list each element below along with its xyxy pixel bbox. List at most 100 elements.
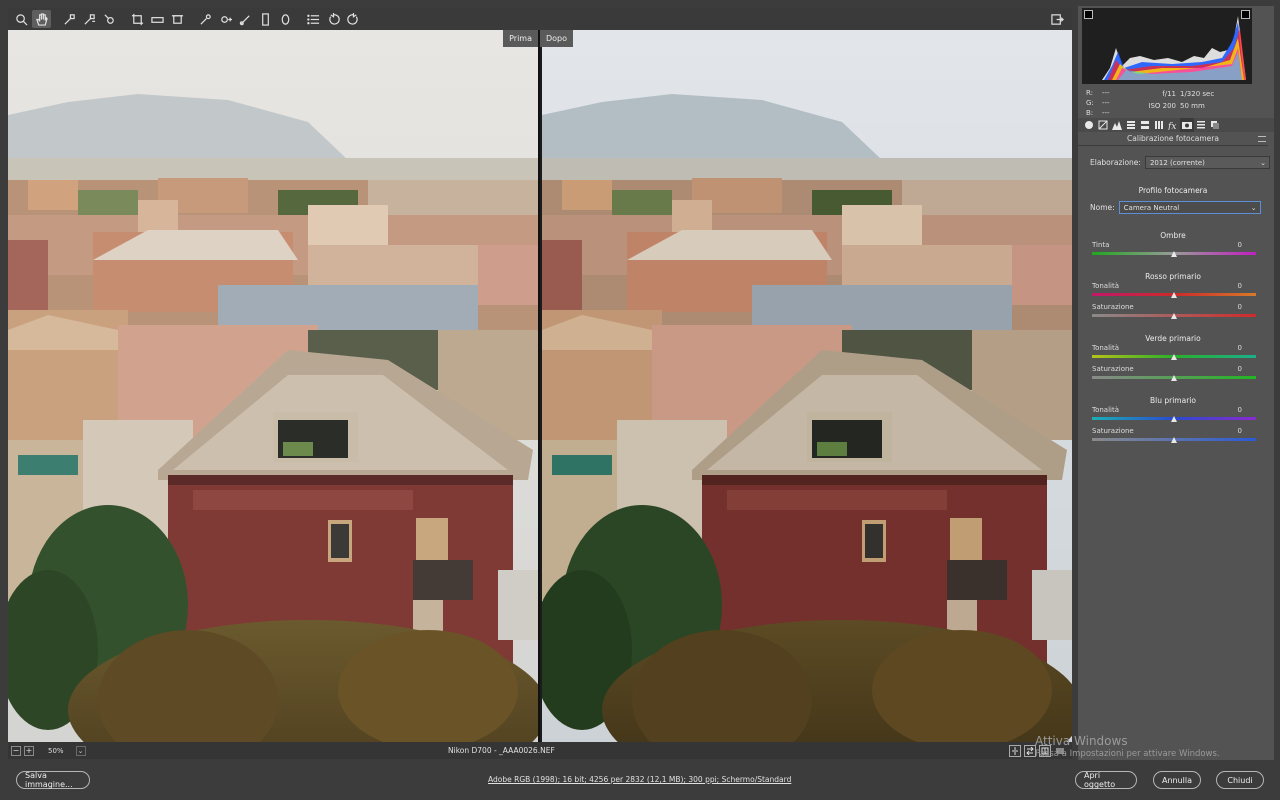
snapshots-tab-icon[interactable] (1208, 118, 1222, 132)
export-icon[interactable] (1048, 10, 1067, 28)
shadow-clipping-toggle[interactable] (1084, 10, 1093, 19)
status-bar: − + 50% ⌄ Nikon D700 - _AAA0026.NEF (8, 742, 1072, 759)
watermark-subtitle: Passa a Impostazioni per attivare Window… (1035, 749, 1220, 759)
b-label: B: (1086, 109, 1094, 117)
slider-thumb[interactable] (1171, 313, 1177, 319)
zoom-icon[interactable] (12, 10, 31, 28)
split-toning-tab-icon[interactable] (1138, 118, 1152, 132)
zoom-dropdown[interactable]: ⌄ (75, 745, 86, 756)
green-primary-heading: Verde primario (1145, 334, 1201, 343)
svg-text:fx: fx (1168, 122, 1176, 130)
spot-removal-icon[interactable] (196, 10, 215, 28)
detail-tab-icon[interactable] (1110, 118, 1124, 132)
slider-thumb[interactable] (1171, 251, 1177, 257)
slider-value[interactable]: 0 (1238, 303, 1242, 311)
r-label: R: (1086, 89, 1094, 97)
process-row: Elaborazione: 2012 (corrente) ⌄ (1090, 156, 1270, 169)
bottom-bar: Salva immagine... Adobe RGB (1998); 16 b… (0, 762, 1280, 800)
basic-tab-icon[interactable] (1082, 118, 1096, 132)
process-select[interactable]: 2012 (corrente) ⌄ (1144, 156, 1270, 169)
camera-calibration-tab-icon[interactable] (1180, 118, 1194, 132)
chevron-down-icon: ⌄ (1250, 203, 1257, 212)
toolbar (8, 8, 1072, 30)
slider-value[interactable]: 0 (1238, 282, 1242, 290)
straighten-icon[interactable] (148, 10, 167, 28)
shadows-heading: Ombre (1160, 231, 1186, 240)
slider-label: Tonalità (1092, 344, 1120, 352)
g-label: G: (1086, 99, 1094, 107)
slider-thumb[interactable] (1171, 292, 1177, 298)
exif-info: f/11 1/320 sec ISO 200 50 mm (1140, 88, 1218, 112)
effects-tab-icon[interactable]: fx (1166, 118, 1180, 132)
slider-thumb[interactable] (1171, 416, 1177, 422)
r-value: --- (1102, 89, 1110, 97)
slider-label: Saturazione (1092, 303, 1134, 311)
zoom-in-button[interactable]: + (24, 745, 34, 756)
slider-thumb[interactable] (1171, 375, 1177, 381)
target-adjust-icon[interactable] (100, 10, 119, 28)
graduated-filter-icon[interactable] (256, 10, 275, 28)
adjustments-panel: R: --- G: --- B: --- f/11 1/320 sec ISO 200 5… (1078, 6, 1274, 760)
slider-value[interactable]: 0 (1238, 365, 1242, 373)
photo-after (542, 30, 1072, 742)
highlight-clipping-toggle[interactable] (1241, 10, 1250, 19)
slider-thumb[interactable] (1171, 354, 1177, 360)
rotate-ccw-icon[interactable] (324, 10, 343, 28)
slider-label: Tonalità (1092, 406, 1120, 414)
panel-title: Calibrazione fotocamera (1078, 134, 1268, 146)
slider-value[interactable]: 0 (1238, 406, 1242, 414)
save-image-button[interactable]: Salva immagine... (16, 771, 90, 789)
aperture: f/11 (1162, 90, 1176, 98)
color-sampler-icon[interactable] (80, 10, 99, 28)
hand-icon[interactable] (32, 10, 51, 28)
slider-label: Saturazione (1092, 365, 1134, 373)
slider-value[interactable]: 0 (1238, 241, 1242, 249)
g-value: --- (1102, 99, 1110, 107)
watermark-title: Attiva Windows (1035, 734, 1128, 748)
adjustment-brush-icon[interactable] (236, 10, 255, 28)
workflow-options-link[interactable]: Adobe RGB (1998); 16 bit; 4256 per 2832 … (488, 775, 791, 784)
b-value: --- (1102, 109, 1110, 117)
slider-label: Tonalità (1092, 282, 1120, 290)
radial-filter-icon[interactable] (276, 10, 295, 28)
lens-corrections-tab-icon[interactable] (1152, 118, 1166, 132)
rotate-cw-icon[interactable] (344, 10, 363, 28)
chevron-down-icon: ⌄ (77, 746, 84, 755)
zoom-out-button[interactable]: − (11, 745, 21, 756)
after-label: Dopo (540, 30, 574, 47)
before-image: Prima (8, 30, 538, 742)
slider-value[interactable]: 0 (1238, 344, 1242, 352)
profile-name-label: Nome: (1090, 203, 1115, 212)
preview-area[interactable]: Prima Dopo (8, 30, 1072, 742)
process-label: Elaborazione: (1090, 158, 1141, 167)
before-after-view-icon[interactable] (1009, 744, 1021, 757)
camera-profile-heading: Profilo fotocamera (1138, 186, 1208, 195)
histogram (1082, 8, 1252, 84)
rgb-readout: R: --- G: --- B: --- (1086, 88, 1110, 118)
red-eye-icon[interactable] (216, 10, 235, 28)
close-button[interactable]: Chiudi (1216, 771, 1264, 789)
transform-icon[interactable] (168, 10, 187, 28)
focal-length: 50 mm (1180, 102, 1205, 110)
crop-icon[interactable] (128, 10, 147, 28)
red-primary-heading: Rosso primario (1145, 272, 1201, 281)
iso: ISO 200 (1148, 102, 1176, 110)
preferences-icon[interactable] (304, 10, 323, 28)
profile-name-select[interactable]: Camera Neutral ⌄ (1118, 201, 1261, 214)
panel-menu-icon[interactable] (1258, 136, 1266, 142)
tone-curve-tab-icon[interactable] (1096, 118, 1110, 132)
slider-value[interactable]: 0 (1238, 427, 1242, 435)
process-value: 2012 (corrente) (1149, 158, 1205, 167)
cancel-button[interactable]: Annulla (1153, 771, 1201, 789)
white-balance-icon[interactable] (60, 10, 79, 28)
hsl-tab-icon[interactable] (1124, 118, 1138, 132)
open-object-button[interactable]: Apri oggetto (1075, 771, 1137, 789)
slider-thumb[interactable] (1171, 437, 1177, 443)
after-image: Dopo (540, 30, 1072, 742)
file-name: Nikon D700 - _AAA0026.NEF (448, 746, 555, 755)
presets-tab-icon[interactable] (1194, 118, 1208, 132)
profile-name-value: Camera Neutral (1123, 203, 1180, 212)
slider-label: Tinta (1092, 241, 1110, 249)
blue-primary-heading: Blu primario (1150, 396, 1196, 405)
chevron-down-icon: ⌄ (1260, 158, 1266, 167)
